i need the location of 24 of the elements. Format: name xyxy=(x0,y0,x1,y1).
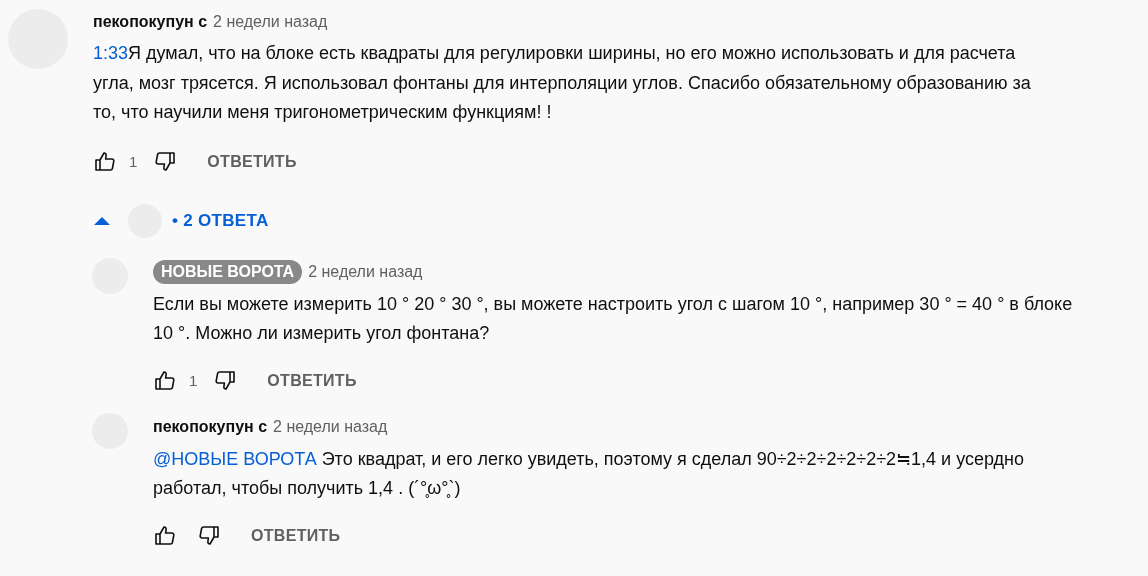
link[interactable]: @НОВЫЕ ВОРОТА xyxy=(153,448,317,469)
like-count: 1 xyxy=(129,153,138,170)
author-name[interactable]: пекопокупун с xyxy=(93,13,208,31)
comment-time[interactable]: 2 недели назад xyxy=(213,13,328,31)
comment-text: @НОВЫЕ ВОРОТА Это квадрат, и его легко увидеть, поэтому я сделал 90÷2÷2÷2÷2÷2÷2≒1,4 и усердно работал, чтобы получить 1,4 . (´°̥ω°̥`) xyxy=(153,447,1025,500)
thumbs-up-icon[interactable] xyxy=(153,523,177,548)
replies-toggle[interactable]: • 2 ОТВЕТА xyxy=(172,206,269,235)
like-count: 1 xyxy=(189,372,198,389)
thumbs-down-icon[interactable] xyxy=(197,523,221,548)
thumbs-up-icon[interactable] xyxy=(93,149,117,174)
comment-time[interactable]: 2 недели назад xyxy=(308,262,423,281)
reply-button[interactable]: ОТВЕТИТЬ xyxy=(259,365,365,396)
comment-text: 1:33Я думал, что на блоке есть квадраты для регулировки ширины, но его можно использовать и для расчета угла, мозг трясется. Я использовал фонтаны для интерполяции углов. Спасибо обязательному образованию за то, что научили меня тригонометрическим функциям! ! xyxy=(93,42,1032,124)
thumbs-down-icon[interactable] xyxy=(153,149,178,174)
author-badge[interactable]: НОВЫЕ ВОРОТА xyxy=(153,259,303,284)
comment-text: Если вы можете измерить 10 ° 20 ° 30 °, вы можете настроить угол с шагом 10 °, например 30 ° = 40 ° в блоке 10 °. Можно ли измерить угол фонтана? xyxy=(153,292,1074,345)
caret-up-icon[interactable] xyxy=(93,214,111,227)
author-name[interactable]: пекопокупун с xyxy=(153,417,268,436)
reply-button[interactable]: ОТВЕТИТЬ xyxy=(199,146,305,177)
comment-time[interactable]: 2 недели назад xyxy=(273,417,388,436)
thumbs-down-icon[interactable] xyxy=(213,368,238,393)
link[interactable]: 1:33 xyxy=(93,43,129,63)
thumbs-up-icon[interactable] xyxy=(153,368,177,393)
reply-button[interactable]: ОТВЕТИТЬ xyxy=(243,520,349,551)
